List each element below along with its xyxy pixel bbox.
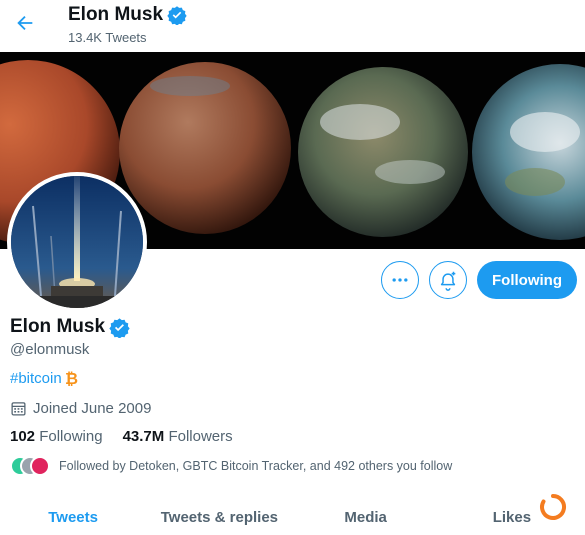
loading-spinner-icon bbox=[540, 494, 566, 520]
followers-label: Followers bbox=[168, 428, 233, 445]
calendar-icon bbox=[11, 402, 26, 416]
profile-name-row: Elon Musk bbox=[10, 316, 130, 338]
more-icon bbox=[392, 278, 408, 282]
following-stat-link[interactable]: 102 Following bbox=[10, 428, 103, 445]
avatar-image bbox=[11, 176, 143, 308]
header-tweet-count: 13.4K Tweets bbox=[68, 30, 147, 45]
arrow-left-icon bbox=[17, 15, 33, 31]
top-bar: Elon Musk 13.4K Tweets bbox=[0, 0, 585, 52]
svg-text:₿: ₿ bbox=[65, 369, 78, 387]
follow-stats: 102 Following 43.7M Followers bbox=[10, 428, 233, 445]
notify-button[interactable] bbox=[429, 261, 467, 299]
header-name: Elon Musk bbox=[68, 4, 164, 25]
verified-badge-icon bbox=[167, 5, 187, 25]
back-button[interactable] bbox=[10, 8, 40, 38]
mutual-avatars bbox=[10, 456, 50, 476]
tab-tweets[interactable]: Tweets bbox=[0, 497, 146, 535]
profile-actions: Following bbox=[381, 261, 577, 299]
mutual-avatar bbox=[30, 456, 50, 476]
following-button[interactable]: Following bbox=[477, 261, 577, 299]
bio-hashtag-link[interactable]: #bitcoin bbox=[10, 370, 62, 387]
tab-tweets-replies[interactable]: Tweets & replies bbox=[146, 497, 292, 535]
bell-plus-icon bbox=[440, 271, 456, 291]
joined-date: Joined June 2009 bbox=[10, 400, 151, 417]
profile-handle: @elonmusk bbox=[10, 341, 90, 358]
joined-text: Joined June 2009 bbox=[33, 400, 152, 417]
followed-by-text: Followed by Detoken, GBTC Bitcoin Tracke… bbox=[59, 459, 453, 473]
tab-media[interactable]: Media bbox=[293, 497, 439, 535]
followers-stat-link[interactable]: 43.7M Followers bbox=[123, 428, 233, 445]
following-label: Following bbox=[39, 428, 103, 445]
followed-by-link[interactable]: Followed by Detoken, GBTC Bitcoin Tracke… bbox=[10, 456, 452, 476]
profile-name: Elon Musk bbox=[10, 316, 106, 337]
header-name-row: Elon Musk bbox=[68, 4, 187, 26]
profile-tabs: Tweets Tweets & replies Media Likes bbox=[0, 497, 585, 535]
profile-bio: #bitcoin ₿ bbox=[10, 369, 80, 387]
following-count: 102 bbox=[10, 428, 36, 445]
more-button[interactable] bbox=[381, 261, 419, 299]
bitcoin-icon: ₿ bbox=[64, 369, 80, 387]
followers-count: 43.7M bbox=[122, 428, 165, 445]
avatar[interactable] bbox=[7, 172, 147, 312]
verified-badge-icon bbox=[109, 317, 130, 338]
